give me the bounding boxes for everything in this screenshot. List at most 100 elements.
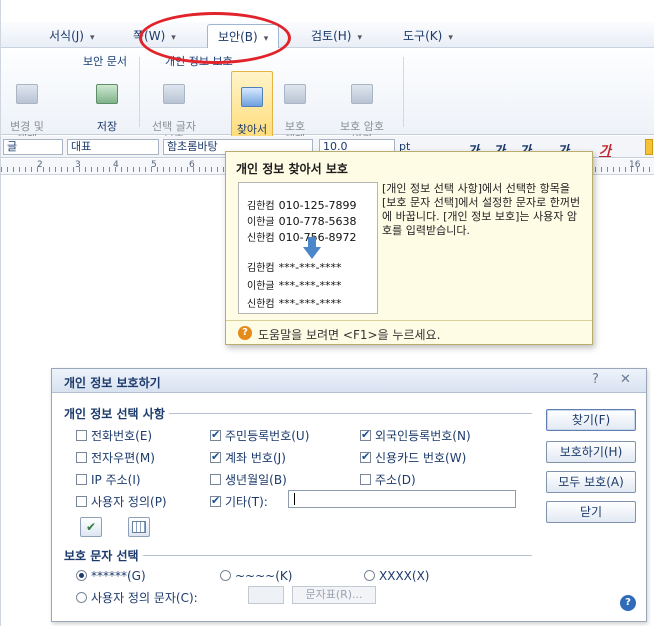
language-select[interactable]: 대표 [67, 139, 159, 155]
checkbox-box [76, 474, 87, 485]
radio-dot [220, 570, 231, 581]
checkbox-resident-number[interactable]: 주민등록번호(U) [210, 427, 309, 444]
checkbox-label: 전화번호(E) [91, 429, 153, 443]
checkmark-icon: ✔ [85, 520, 97, 534]
example-row: 김한컴 010-125-7899 [247, 197, 357, 212]
checkbox-birthdate[interactable]: 생년월일(B) [210, 471, 287, 488]
find-button[interactable]: 찾기(F) [546, 409, 636, 431]
checkbox-label: 주민등록번호(U) [225, 429, 310, 443]
checkbox-account-number[interactable]: 계좌 번호(J) [210, 449, 286, 466]
checkbox-box [76, 452, 87, 463]
menu-tools-label: 도구(K) [403, 29, 443, 43]
unprotect-button[interactable]: 보호 해제 [277, 71, 313, 146]
menu-page[interactable]: 쪽(W) ▾ [133, 27, 176, 44]
ribbon-group-security-doc: 보안 문서 [83, 55, 127, 68]
document-lock-icon [16, 84, 38, 104]
example-value: ***-***-**** [278, 261, 342, 274]
checkbox-foreigner-number[interactable]: 외국인등록번호(N) [360, 427, 471, 444]
checkbox-box [360, 428, 371, 441]
dialog-title: 개인 정보 보호하기 [64, 376, 161, 390]
example-value: ***-***-**** [278, 297, 342, 310]
feature-tooltip: 개인 정보 찾아서 보호 김한컴 010-125-7899 이한글 010-778-… [225, 151, 593, 345]
text-caret [294, 493, 295, 505]
radio-custom-char[interactable]: 사용자 정의 문자(C): [76, 589, 198, 606]
help-icon: ? [238, 326, 252, 340]
other-input[interactable] [288, 490, 516, 508]
tooltip-example-image: 김한컴 010-125-7899 이한글 010-778-5638 신한컴 010-7… [238, 182, 378, 314]
menu-page-label: 쪽(W) [133, 29, 166, 43]
checkbox-phone[interactable]: 전화번호(E) [76, 427, 152, 444]
protect-all-button[interactable]: 모두 보호(A) [546, 471, 636, 493]
radio-tilde[interactable]: ~~~~(K) [220, 569, 292, 583]
radio-label: XXXX(X) [379, 569, 430, 583]
select-pattern-button[interactable] [128, 517, 150, 537]
checkbox-label: IP 주소(I) [91, 473, 141, 487]
ribbon-separator [139, 57, 140, 127]
radio-asterisk[interactable]: ******(G) [76, 569, 146, 583]
app-window: 서식(J) ▾ 쪽(W) ▾ 보안(B) ▾ 검토(H) ▾ 도구(K) ▾ 보안 문서 … [0, 0, 654, 626]
chevron-down-icon: ▾ [171, 33, 176, 43]
menu-security[interactable]: 보안(B) ▾ [207, 24, 280, 48]
checkbox-label: 계좌 번호(J) [225, 451, 286, 465]
close-button[interactable]: 닫기 [546, 501, 636, 523]
ruler-number: 3 [75, 160, 81, 170]
checkbox-label: 신용카드 번호(W) [375, 451, 467, 465]
checkbox-user-defined[interactable]: 사용자 정의(P) [76, 493, 167, 510]
tooltip-footer: ? 도움말을 보려면 <F1>을 누르세요. [226, 320, 592, 344]
checkbox-box [360, 450, 371, 463]
radio-label: 사용자 정의 문자(C): [91, 591, 198, 605]
highlight-color-swatch[interactable] [645, 139, 653, 155]
close-icon[interactable]: ✕ [620, 372, 631, 387]
unprotect-icon [284, 84, 306, 104]
checkbox-box [210, 428, 221, 441]
menu-tools[interactable]: 도구(K) ▾ [403, 27, 453, 44]
example-row: 신한컴 ***-***-**** [247, 295, 342, 310]
radio-label: ~~~~(K) [235, 569, 293, 583]
ruler-number: 6 [189, 160, 195, 170]
ruler-number: 5 [151, 160, 157, 170]
change-release-button[interactable]: 변경 및 해제 [5, 71, 49, 146]
style-select[interactable]: 글 [3, 139, 63, 155]
checkbox-box [210, 494, 221, 507]
menu-format[interactable]: 서식(J) ▾ [49, 27, 95, 44]
select-all-button[interactable]: ✔ [80, 517, 102, 537]
checkbox-ip-address[interactable]: IP 주소(I) [76, 471, 141, 488]
menu-format-label: 서식(J) [49, 29, 84, 43]
checkbox-address[interactable]: 주소(D) [360, 471, 416, 488]
example-value: 010-778-5638 [278, 215, 357, 228]
chevron-down-icon: ▾ [357, 33, 362, 43]
checkbox-box [76, 496, 87, 507]
custom-char-input[interactable] [248, 586, 284, 604]
checkbox-email[interactable]: 전자우편(M) [76, 449, 155, 466]
ribbon-separator [403, 57, 404, 127]
protect-selection-button[interactable]: 선택 글자 보호 [147, 71, 201, 146]
arrow-down-icon-head [303, 247, 321, 259]
font-color-button[interactable]: 가 [599, 140, 611, 159]
checkbox-credit-card[interactable]: 신용카드 번호(W) [360, 449, 466, 466]
ruler-number: 4 [113, 160, 119, 170]
ruler-number: 16 [629, 160, 641, 170]
radio-label: ******(G) [91, 569, 146, 583]
checkbox-label: 사용자 정의(P) [91, 495, 167, 509]
example-name: 이한글 [247, 217, 275, 228]
radio-xxxx[interactable]: XXXX(X) [364, 569, 429, 583]
ribbon-group-privacy: 개인 정보 보호 [165, 55, 233, 68]
example-row: 신한컴 010-756-8972 [247, 229, 357, 244]
dialog-help-icon[interactable]: ? [592, 372, 599, 387]
example-name: 김한컴 [247, 263, 275, 274]
checkbox-other[interactable]: 기타(T): [210, 493, 268, 510]
example-name: 신한컴 [247, 299, 275, 310]
charmap-button[interactable]: 문자표(R)... [292, 586, 376, 604]
tooltip-footer-text: 도움말을 보려면 <F1>을 누르세요. [258, 328, 441, 342]
protect-button[interactable]: 보호하기(H) [546, 441, 636, 463]
help-icon[interactable]: ? [620, 595, 636, 611]
save-button[interactable]: 저장 [87, 71, 127, 133]
radio-dot [364, 570, 375, 581]
ruler-number: 2 [37, 160, 43, 170]
select-text-icon [163, 84, 185, 104]
change-password-button[interactable]: 보호 암호 변경 [331, 71, 393, 146]
example-value: ***-***-**** [278, 279, 342, 292]
example-name: 이한글 [247, 281, 275, 292]
dialog-titlebar: 개인 정보 보호하기 ? ✕ [52, 369, 646, 393]
menu-review[interactable]: 검토(H) ▾ [311, 27, 362, 44]
